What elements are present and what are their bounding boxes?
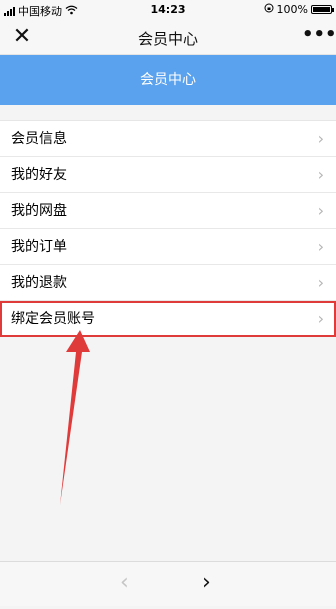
battery-fill bbox=[313, 7, 330, 12]
chevron-right-icon: › bbox=[317, 165, 324, 184]
menu-item-my-orders[interactable]: 我的订单 › bbox=[0, 229, 336, 265]
back-arrow-icon[interactable]: ‹ bbox=[120, 570, 129, 595]
menu-item-label: 我的网盘 bbox=[11, 203, 67, 219]
bottom-toolbar: ‹ › bbox=[0, 561, 336, 606]
chevron-right-icon: › bbox=[317, 129, 324, 148]
chevron-right-icon: › bbox=[317, 273, 324, 292]
more-icon[interactable]: ••• bbox=[302, 25, 336, 49]
nav-title: 会员中心 bbox=[137, 30, 198, 48]
menu-item-label: 我的好友 bbox=[11, 167, 67, 183]
menu-item-label: 绑定会员账号 bbox=[11, 311, 95, 327]
menu-item-label: 我的退款 bbox=[11, 275, 67, 291]
battery-icon bbox=[311, 5, 334, 14]
orientation-lock-icon bbox=[264, 3, 274, 16]
member-menu: 会员信息 › 我的好友 › 我的网盘 › 我的订单 › 我的退款 › 绑定会员账… bbox=[0, 120, 336, 337]
menu-item-label: 会员信息 bbox=[11, 131, 67, 147]
menu-item-label: 我的订单 bbox=[11, 239, 67, 255]
menu-item-my-cloud-drive[interactable]: 我的网盘 › bbox=[0, 193, 336, 229]
chevron-right-icon: › bbox=[317, 201, 324, 220]
chevron-right-icon: › bbox=[317, 237, 324, 256]
red-arrow-icon bbox=[60, 330, 90, 505]
status-bar: 中国移动 14:23 100% bbox=[0, 0, 336, 20]
menu-item-my-refunds[interactable]: 我的退款 › bbox=[0, 265, 336, 301]
battery-percent: 100% bbox=[276, 3, 308, 16]
menu-item-my-friends[interactable]: 我的好友 › bbox=[0, 157, 336, 193]
menu-item-bind-member-account[interactable]: 绑定会员账号 › bbox=[0, 301, 336, 337]
status-right: 100% bbox=[264, 3, 334, 16]
nav-bar: ✕ 会员中心 ••• bbox=[0, 20, 336, 55]
member-center-banner: 会员中心 bbox=[0, 55, 336, 105]
menu-item-member-info[interactable]: 会员信息 › bbox=[0, 121, 336, 157]
chevron-right-icon: › bbox=[317, 309, 324, 328]
forward-arrow-icon[interactable]: › bbox=[202, 570, 211, 595]
